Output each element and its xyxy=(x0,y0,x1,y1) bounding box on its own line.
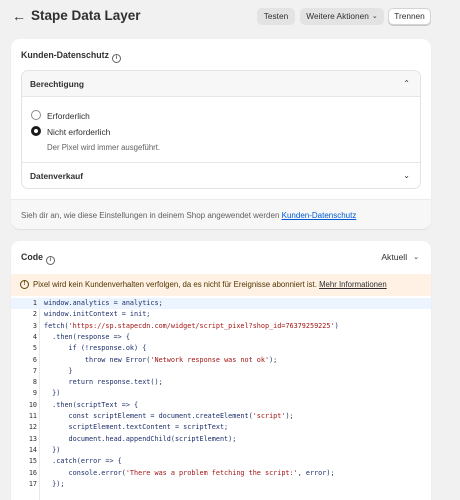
line-number: 10 xyxy=(28,400,37,409)
radio-help-text: Der Pixel wird immer ausgeführt. xyxy=(47,143,161,152)
privacy-card-footer: Sieh dir an, wie diese Einstellungen in … xyxy=(11,199,431,229)
line-number: 6 xyxy=(32,355,37,364)
more-actions-button[interactable]: Weitere Aktionen ⌄ xyxy=(300,8,384,25)
privacy-link[interactable]: Kunden-Datenschutz xyxy=(282,211,357,220)
disconnect-button[interactable]: Trennen xyxy=(388,8,431,25)
code-text: return response.text(); xyxy=(44,378,163,387)
line-number: 17 xyxy=(28,479,37,488)
page-header: ← Stape Data Layer Testen Weitere Aktion… xyxy=(0,0,460,34)
more-info-link[interactable]: Mehr Informationen xyxy=(319,280,387,289)
radio-required-label[interactable]: Erforderlich xyxy=(47,111,90,121)
code-line[interactable]: 4 .then(response => { xyxy=(11,332,431,343)
privacy-card: Kunden-Datenschutz i Berechtigung ⌃ Erfor… xyxy=(11,39,431,229)
privacy-title: Kunden-Datenschutz xyxy=(21,50,109,60)
back-arrow-icon[interactable]: ← xyxy=(12,9,26,23)
version-select-value: Aktuell xyxy=(381,252,408,262)
more-actions-label: Weitere Aktionen xyxy=(306,11,369,21)
code-text: fetch('https://sp.stapecdn.com/widget/sc… xyxy=(44,321,339,330)
line-number: 16 xyxy=(28,468,37,477)
footer-description: Sieh dir an, wie diese Einstellungen in … xyxy=(21,211,280,220)
line-number: 15 xyxy=(28,457,37,466)
code-text: }) xyxy=(44,389,61,398)
code-line[interactable]: 9 }) xyxy=(11,388,431,399)
radio-required[interactable] xyxy=(31,110,41,120)
chevron-down-icon: ⌄ xyxy=(413,254,419,261)
code-card-header: Code i xyxy=(21,252,55,265)
code-line[interactable]: 17 }); xyxy=(11,479,431,490)
chevron-down-icon: ⌄ xyxy=(403,171,410,180)
warning-banner: ! Pixel wird kein Kundenverhalten verfol… xyxy=(11,274,431,296)
disconnect-button-label: Trennen xyxy=(394,11,425,21)
code-line[interactable]: 15 .catch(error => { xyxy=(11,456,431,467)
privacy-settings-panel: Berechtigung ⌃ Erforderlich Nicht erford… xyxy=(21,70,421,189)
code-text: }) xyxy=(44,445,61,454)
warning-message: Pixel wird kein Kundenverhalten verfolge… xyxy=(33,280,317,289)
chevron-down-icon: ⌄ xyxy=(371,13,378,20)
line-number: 7 xyxy=(32,366,37,375)
footer-text: Sieh dir an, wie diese Einstellungen in … xyxy=(21,211,356,220)
code-text: .then(scriptText => { xyxy=(44,400,139,409)
data-sale-section-header[interactable]: Datenverkauf ⌄ xyxy=(22,163,420,189)
line-number: 5 xyxy=(32,344,37,353)
code-line[interactable]: 8 return response.text(); xyxy=(11,377,431,388)
line-number: 3 xyxy=(32,321,37,330)
code-text: scriptElement.textContent = scriptText; xyxy=(44,423,229,432)
alert-icon: ! xyxy=(20,280,29,289)
code-line[interactable]: 10 .then(scriptText => { xyxy=(11,400,431,411)
code-text: document.head.appendChild(scriptElement)… xyxy=(44,434,237,443)
code-text: throw new Error('Network response was no… xyxy=(44,355,278,364)
code-line[interactable]: 12 scriptElement.textContent = scriptTex… xyxy=(11,422,431,433)
privacy-card-header: Kunden-Datenschutz i xyxy=(21,50,121,63)
code-text: const scriptElement = document.createEle… xyxy=(44,412,294,420)
code-text: } xyxy=(44,366,73,375)
line-number: 12 xyxy=(28,423,37,432)
code-text: }); xyxy=(44,479,65,488)
page-title: Stape Data Layer xyxy=(31,8,141,23)
code-line[interactable]: 1 window.analytics = analytics; xyxy=(11,298,431,310)
code-line[interactable]: 6 throw new Error('Network response was … xyxy=(11,355,431,366)
chevron-up-icon: ⌃ xyxy=(403,79,410,88)
info-icon[interactable]: i xyxy=(46,256,55,265)
code-line[interactable]: 7 } xyxy=(11,366,431,377)
code-editor[interactable]: 1 window.analytics = analytics; 2 window.in… xyxy=(11,297,431,500)
data-sale-title: Datenverkauf xyxy=(30,171,84,181)
line-number: 8 xyxy=(32,378,37,387)
test-button-label: Testen xyxy=(263,11,289,21)
line-number: 2 xyxy=(32,310,37,319)
radio-not-required[interactable] xyxy=(31,126,41,136)
permission-section-header[interactable]: Berechtigung ⌃ xyxy=(22,71,420,97)
code-text: window.analytics = analytics; xyxy=(44,299,163,307)
code-line[interactable]: 3 fetch('https://sp.stapecdn.com/widget/s… xyxy=(11,321,431,332)
code-text: if (!response.ok) { xyxy=(44,344,147,353)
code-line[interactable]: 14 }) xyxy=(11,445,431,456)
code-line[interactable]: 13 document.head.appendChild(scriptEleme… xyxy=(11,434,431,445)
line-number: 14 xyxy=(28,445,37,454)
radio-not-required-label[interactable]: Nicht erforderlich xyxy=(47,127,110,137)
line-number: 1 xyxy=(32,299,37,307)
code-card: Code i Aktuell ⌄ ! Pixel wird kein Kundenv… xyxy=(11,241,431,500)
warning-text: Pixel wird kein Kundenverhalten verfolge… xyxy=(33,280,387,289)
permission-title: Berechtigung xyxy=(30,79,84,89)
code-text: window.initContext = init; xyxy=(44,310,151,319)
code-text: .then(response => { xyxy=(44,332,130,341)
test-button[interactable]: Testen xyxy=(257,8,295,25)
code-text: console.error('There was a problem fetch… xyxy=(44,468,335,477)
line-number: 11 xyxy=(28,412,37,420)
code-text: .catch(error => { xyxy=(44,457,122,466)
line-number: 13 xyxy=(28,434,37,443)
code-title: Code xyxy=(21,252,43,262)
code-line[interactable]: 16 console.error('There was a problem fe… xyxy=(11,468,431,479)
code-line[interactable]: 5 if (!response.ok) { xyxy=(11,343,431,354)
version-select[interactable]: Aktuell ⌄ xyxy=(381,252,419,262)
line-number: 4 xyxy=(32,332,37,341)
line-number: 9 xyxy=(32,389,37,398)
code-line[interactable]: 11 const scriptElement = document.create… xyxy=(11,411,431,422)
code-line[interactable]: 2 window.initContext = init; xyxy=(11,309,431,320)
info-icon[interactable]: i xyxy=(111,54,121,63)
